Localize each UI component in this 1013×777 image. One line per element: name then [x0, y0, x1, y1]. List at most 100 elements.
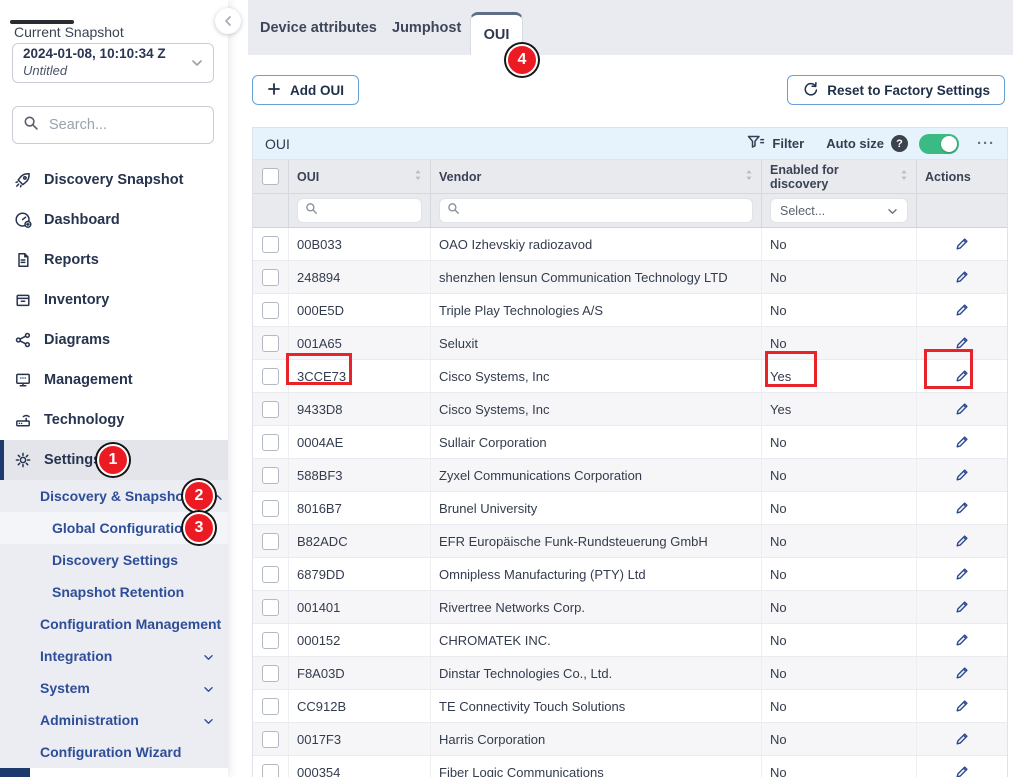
row-checkbox[interactable] [262, 632, 279, 649]
row-checkbox[interactable] [262, 566, 279, 583]
sidebar-subitem-label: Discovery & Snapshots [40, 488, 196, 504]
row-checkbox[interactable] [262, 236, 279, 253]
edit-icon[interactable] [954, 665, 970, 681]
tab-device-attributes[interactable]: Device attributes [260, 0, 377, 55]
oui-value: 0017F3 [297, 732, 341, 747]
sidebar-subitem-global-configuration[interactable]: Global Configuration3 [0, 512, 228, 544]
sort-icon[interactable] [414, 169, 422, 184]
table-row: 001401Rivertree Networks Corp.No [253, 591, 1007, 624]
sidebar-item-discovery-snapshot[interactable]: Discovery Snapshot [0, 160, 228, 200]
oui-value: B82ADC [297, 534, 348, 549]
oui-search-input[interactable] [324, 203, 414, 219]
sidebar-collapse-button[interactable] [215, 8, 241, 34]
table-header-row: OUI Vendor Enabled for discovery Actions [253, 160, 1007, 193]
edit-icon[interactable] [954, 335, 970, 351]
sidebar-item-dashboard[interactable]: Dashboard [0, 200, 228, 240]
row-checkbox[interactable] [262, 335, 279, 352]
row-checkbox[interactable] [262, 467, 279, 484]
row-checkbox[interactable] [262, 533, 279, 550]
table-row: 000354Fiber Logic CommunicationsNo [253, 756, 1007, 777]
vendor-value: Seluxit [439, 336, 478, 351]
column-header-vendor[interactable]: Vendor [431, 160, 762, 193]
sidebar-subitem-snapshot-retention[interactable]: Snapshot Retention [0, 576, 228, 608]
vendor-cell: Triple Play Technologies A/S [431, 294, 762, 326]
edit-icon[interactable] [954, 368, 970, 384]
search-input[interactable] [47, 116, 201, 134]
row-checkbox[interactable] [262, 302, 279, 319]
oui-value: 8016B7 [297, 501, 342, 516]
sidebar-subitem-administration[interactable]: Administration [0, 704, 228, 736]
edit-icon[interactable] [954, 401, 970, 417]
edit-icon[interactable] [954, 632, 970, 648]
sort-icon[interactable] [900, 169, 908, 184]
sidebar-subitem-discovery-settings[interactable]: Discovery Settings [0, 544, 228, 576]
search-icon [23, 115, 39, 136]
snapshot-dropdown[interactable]: 2024-01-08, 10:10:34 Z Untitled [12, 43, 214, 83]
annotation-circle-4: 4 [506, 44, 538, 76]
sidebar-subitem-discovery-snapshots[interactable]: Discovery & Snapshots2 [0, 480, 228, 512]
select-all-checkbox[interactable] [262, 168, 279, 185]
help-icon[interactable]: ? [891, 135, 908, 152]
column-header-oui[interactable]: OUI [289, 160, 431, 193]
sidebar-item-label: Management [44, 372, 133, 388]
add-oui-label: Add OUI [290, 83, 344, 98]
edit-icon[interactable] [954, 236, 970, 252]
vendor-cell: OAO Izhevskiy radiozavod [431, 228, 762, 260]
row-checkbox[interactable] [262, 500, 279, 517]
sidebar-item-management[interactable]: Management [0, 360, 228, 400]
table-row: F8A03DDinstar Technologies Co., Ltd.No [253, 657, 1007, 690]
sidebar-item-settings[interactable]: Settings1 [0, 440, 228, 480]
edit-icon[interactable] [954, 533, 970, 549]
row-checkbox[interactable] [262, 599, 279, 616]
enabled-value: No [770, 534, 787, 549]
vendor-search-input[interactable] [466, 203, 745, 219]
row-select-cell [253, 525, 289, 557]
add-oui-button[interactable]: Add OUI [252, 75, 359, 105]
filter-button[interactable]: Filter [747, 135, 804, 152]
oui-value: 588BF3 [297, 468, 343, 483]
sidebar-subitem-integration[interactable]: Integration [0, 640, 228, 672]
sidebar-item-reports[interactable]: Reports [0, 240, 228, 280]
column-header-enabled[interactable]: Enabled for discovery [762, 160, 917, 193]
reset-factory-button[interactable]: Reset to Factory Settings [787, 75, 1005, 105]
row-checkbox[interactable] [262, 698, 279, 715]
sidebar-subitem-system[interactable]: System [0, 672, 228, 704]
row-checkbox[interactable] [262, 368, 279, 385]
enabled-filter-select[interactable]: Select... [770, 198, 908, 223]
sort-icon[interactable] [745, 169, 753, 184]
row-checkbox[interactable] [262, 269, 279, 286]
edit-icon[interactable] [954, 434, 970, 450]
edit-icon[interactable] [954, 500, 970, 516]
row-checkbox[interactable] [262, 434, 279, 451]
enabled-value: No [770, 633, 787, 648]
enabled-value: No [770, 699, 787, 714]
edit-icon[interactable] [954, 467, 970, 483]
table-row: B82ADCEFR Europäische Funk-Rundsteuerung… [253, 525, 1007, 558]
row-checkbox[interactable] [262, 401, 279, 418]
enabled-cell: No [762, 525, 917, 557]
sidebar-item-inventory[interactable]: Inventory [0, 280, 228, 320]
table-titlebar: OUI Filter Auto size ? ··· [253, 128, 1007, 160]
row-checkbox[interactable] [262, 731, 279, 748]
vendor-cell: TE Connectivity Touch Solutions [431, 690, 762, 722]
vendor-value: Triple Play Technologies A/S [439, 303, 603, 318]
edit-icon[interactable] [954, 764, 970, 777]
tab-jumphost[interactable]: Jumphost [392, 0, 461, 55]
sidebar-item-diagrams[interactable]: Diagrams [0, 320, 228, 360]
sidebar-item-technology[interactable]: Technology [0, 400, 228, 440]
autosize-group: Auto size ? [826, 134, 959, 154]
autosize-toggle[interactable] [919, 134, 959, 154]
more-menu-icon[interactable]: ··· [977, 135, 995, 152]
row-checkbox[interactable] [262, 764, 279, 777]
edit-icon[interactable] [954, 302, 970, 318]
row-checkbox[interactable] [262, 665, 279, 682]
sidebar-subitem-configuration-management[interactable]: Configuration Management [0, 608, 228, 640]
edit-icon[interactable] [954, 698, 970, 714]
edit-icon[interactable] [954, 269, 970, 285]
edit-icon[interactable] [954, 566, 970, 582]
annotation-circle-2: 2 [183, 480, 215, 512]
sidebar-subitem-configuration-wizard[interactable]: Configuration Wizard [0, 736, 228, 768]
edit-icon[interactable] [954, 599, 970, 615]
table-row: 000E5DTriple Play Technologies A/SNo [253, 294, 1007, 327]
edit-icon[interactable] [954, 731, 970, 747]
